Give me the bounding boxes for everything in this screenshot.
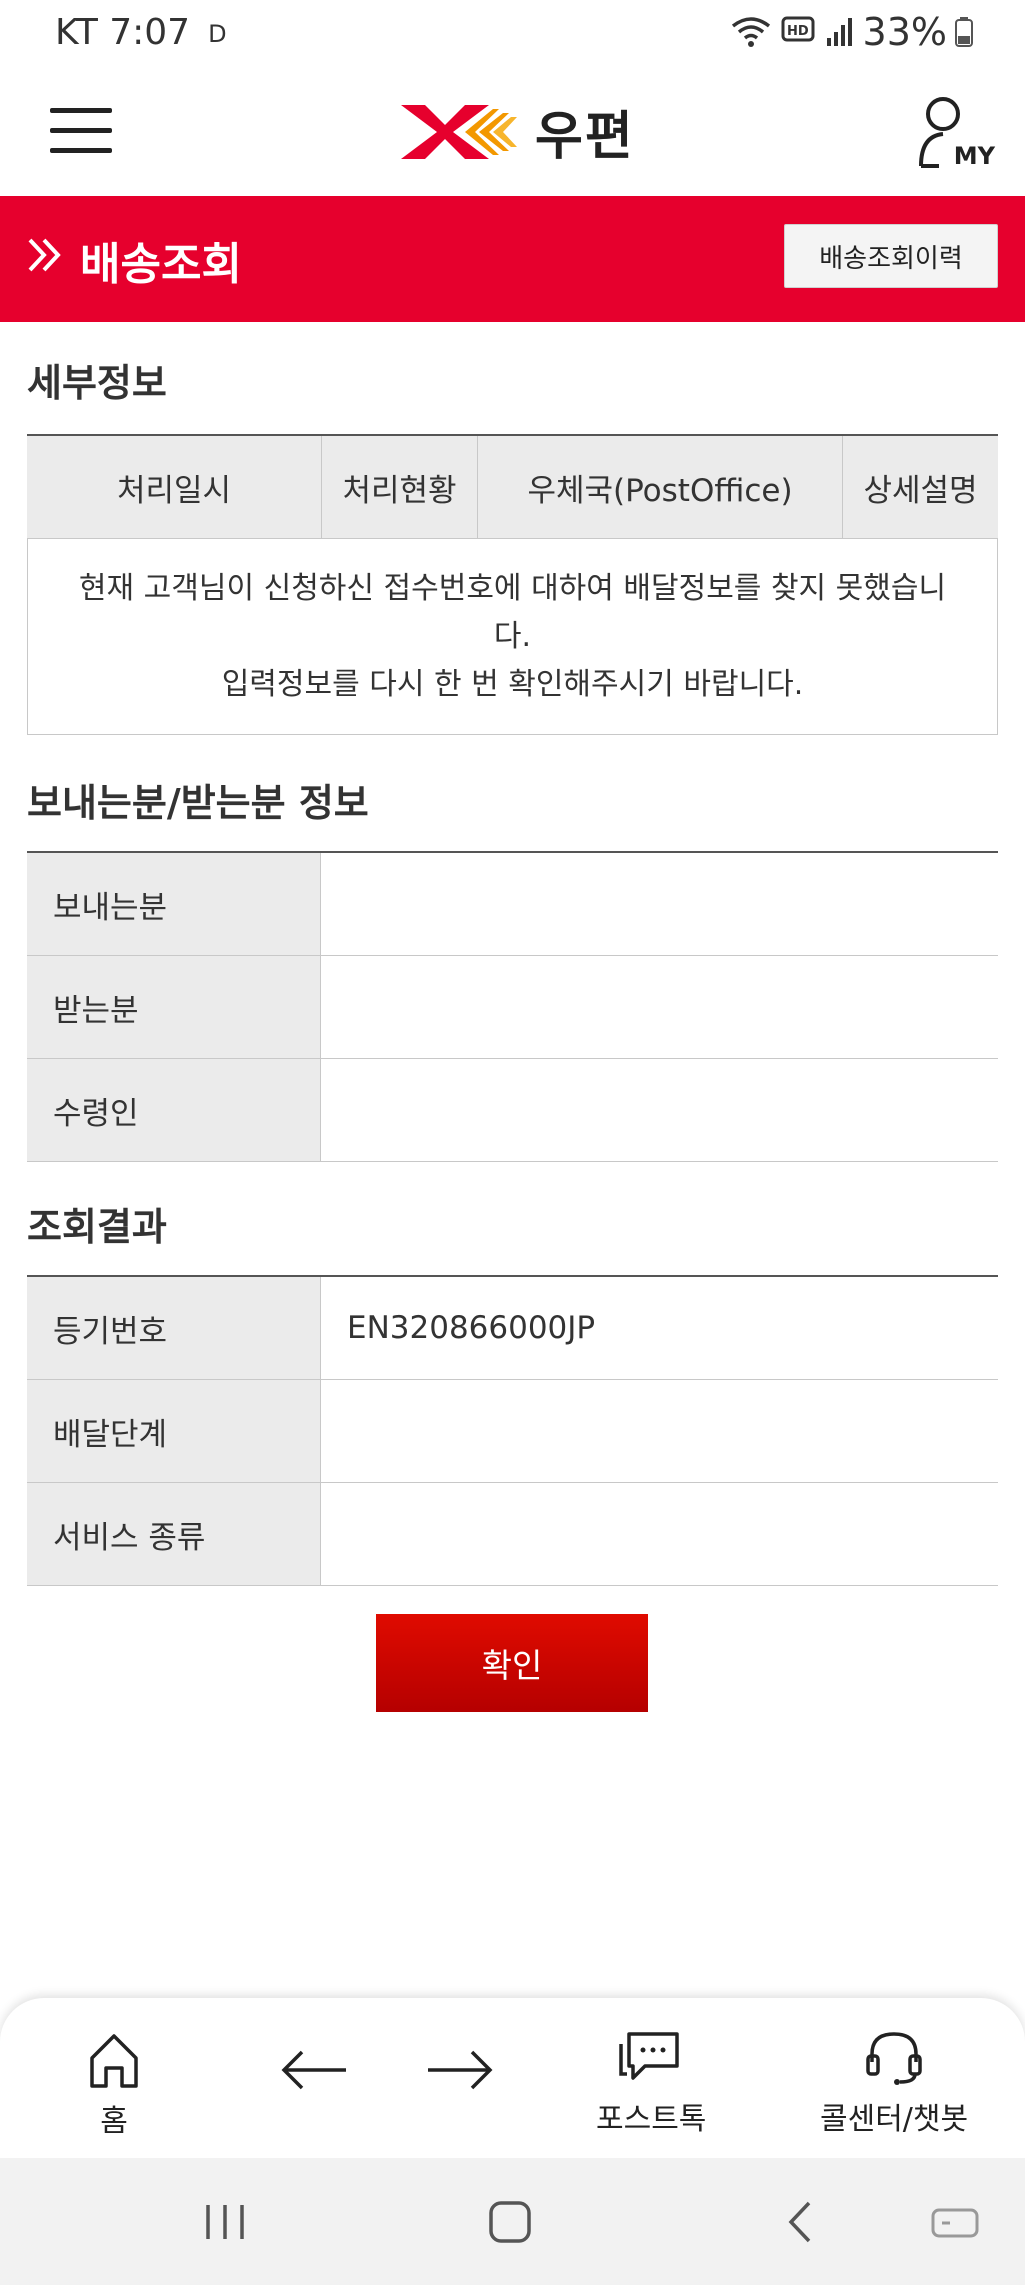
status-indicator: D bbox=[208, 20, 227, 48]
nav-home[interactable]: 홈 bbox=[86, 2030, 142, 2140]
row-label: 받는분 bbox=[27, 956, 321, 1058]
chat-bubble-icon bbox=[619, 2032, 679, 2080]
section-title-sender-receiver: 보내는분/받는분 정보 bbox=[27, 781, 369, 825]
home-square-icon bbox=[489, 2200, 531, 2243]
my-label: MY bbox=[953, 142, 995, 170]
android-nav-bar bbox=[0, 2158, 1025, 2285]
confirm-button[interactable]: 확인 bbox=[376, 1614, 648, 1712]
recent-apps-icon bbox=[206, 2204, 244, 2239]
home-system-button[interactable] bbox=[470, 2158, 550, 2285]
page-title: 배송조회 bbox=[80, 239, 242, 290]
battery-icon bbox=[955, 17, 973, 47]
nav-posttalk[interactable]: 포스트톡 bbox=[596, 2028, 706, 2138]
nav-posttalk-label: 포스트톡 bbox=[596, 2102, 707, 2137]
nav-callcenter-label: 콜센터/챗봇 bbox=[820, 2102, 969, 2137]
table-row: 서비스 종류 bbox=[27, 1483, 998, 1586]
sender-receiver-table: 보내는분 받는분 수령인 bbox=[27, 851, 998, 1162]
headset-icon bbox=[866, 2032, 922, 2085]
keyboard-toggle-icon bbox=[931, 2208, 979, 2237]
section-title-result: 조회결과 bbox=[27, 1205, 167, 1249]
row-value bbox=[321, 1059, 998, 1161]
nav-back[interactable] bbox=[280, 2046, 350, 2094]
bottom-nav: 홈 포스트톡 콜센터/챗봇 bbox=[0, 1998, 1025, 2158]
svg-text:HD: HD bbox=[787, 24, 809, 39]
detail-table: 처리일시 처리현황 우체국(PostOffice) 상세설명 현재 고객님이 신… bbox=[27, 434, 998, 735]
tracking-number-value: EN320866000JP bbox=[347, 1310, 596, 1346]
korea-post-logo-icon bbox=[401, 104, 517, 159]
logo-text: 우편 bbox=[535, 107, 635, 167]
battery-percent: 33% bbox=[862, 10, 947, 54]
keyboard-toggle-button[interactable] bbox=[920, 2158, 990, 2285]
table-row: 수령인 bbox=[27, 1059, 998, 1162]
double-chevron-right-icon bbox=[28, 238, 61, 272]
row-label: 배달단계 bbox=[27, 1380, 321, 1482]
column-header: 처리현황 bbox=[322, 436, 478, 538]
status-bar: KT 7:07 D HD 33% bbox=[0, 0, 1025, 70]
row-value bbox=[321, 853, 998, 955]
delivery-history-button[interactable]: 배송조회이력 bbox=[784, 224, 998, 288]
nav-home-label: 홈 bbox=[100, 2104, 128, 2139]
hd-voice-icon: HD bbox=[781, 16, 815, 42]
column-header: 처리일시 bbox=[27, 436, 322, 538]
menu-button[interactable] bbox=[50, 104, 112, 158]
logo[interactable]: 우편 bbox=[395, 94, 635, 169]
no-result-message: 현재 고객님이 신청하신 접수번호에 대하여 배달정보를 찾지 못했습니 다. … bbox=[27, 539, 998, 735]
recent-apps-button[interactable] bbox=[180, 2158, 270, 2285]
row-label: 등기번호 bbox=[27, 1277, 321, 1379]
section-title-detail: 세부정보 bbox=[27, 361, 167, 405]
my-page-button[interactable]: MY bbox=[915, 92, 995, 172]
detail-table-header: 처리일시 처리현황 우체국(PostOffice) 상세설명 bbox=[27, 434, 998, 539]
column-header: 상세설명 bbox=[863, 472, 978, 509]
column-header: 우체국(PostOffice) bbox=[478, 436, 843, 538]
row-label: 보내는분 bbox=[27, 853, 321, 955]
row-label: 수령인 bbox=[27, 1059, 321, 1161]
carrier-time: KT 7:07 bbox=[55, 12, 191, 53]
row-value bbox=[321, 956, 998, 1058]
app-header: 우편 MY bbox=[0, 70, 1025, 196]
table-row: 배달단계 bbox=[27, 1380, 998, 1483]
signal-icon bbox=[826, 18, 852, 46]
title-bar: 배송조회 배송조회이력 bbox=[0, 196, 1025, 322]
wifi-icon bbox=[731, 17, 770, 47]
arrow-left-icon bbox=[281, 2050, 346, 2090]
back-chevron-icon bbox=[788, 2201, 811, 2242]
table-row: 등기번호 EN320866000JP bbox=[27, 1277, 998, 1380]
table-row: 받는분 bbox=[27, 956, 998, 1059]
table-row: 보내는분 bbox=[27, 853, 998, 956]
home-icon bbox=[90, 2034, 138, 2088]
arrow-right-icon bbox=[428, 2050, 493, 2090]
row-value bbox=[321, 1483, 998, 1585]
row-value bbox=[321, 1380, 998, 1482]
back-system-button[interactable] bbox=[760, 2158, 840, 2285]
result-table: 등기번호 EN320866000JP 배달단계 서비스 종류 bbox=[27, 1275, 998, 1586]
hamburger-icon bbox=[50, 108, 112, 113]
nav-callcenter[interactable]: 콜센터/챗봇 bbox=[820, 2028, 968, 2138]
row-label: 서비스 종류 bbox=[27, 1483, 321, 1585]
nav-forward[interactable] bbox=[424, 2046, 494, 2094]
